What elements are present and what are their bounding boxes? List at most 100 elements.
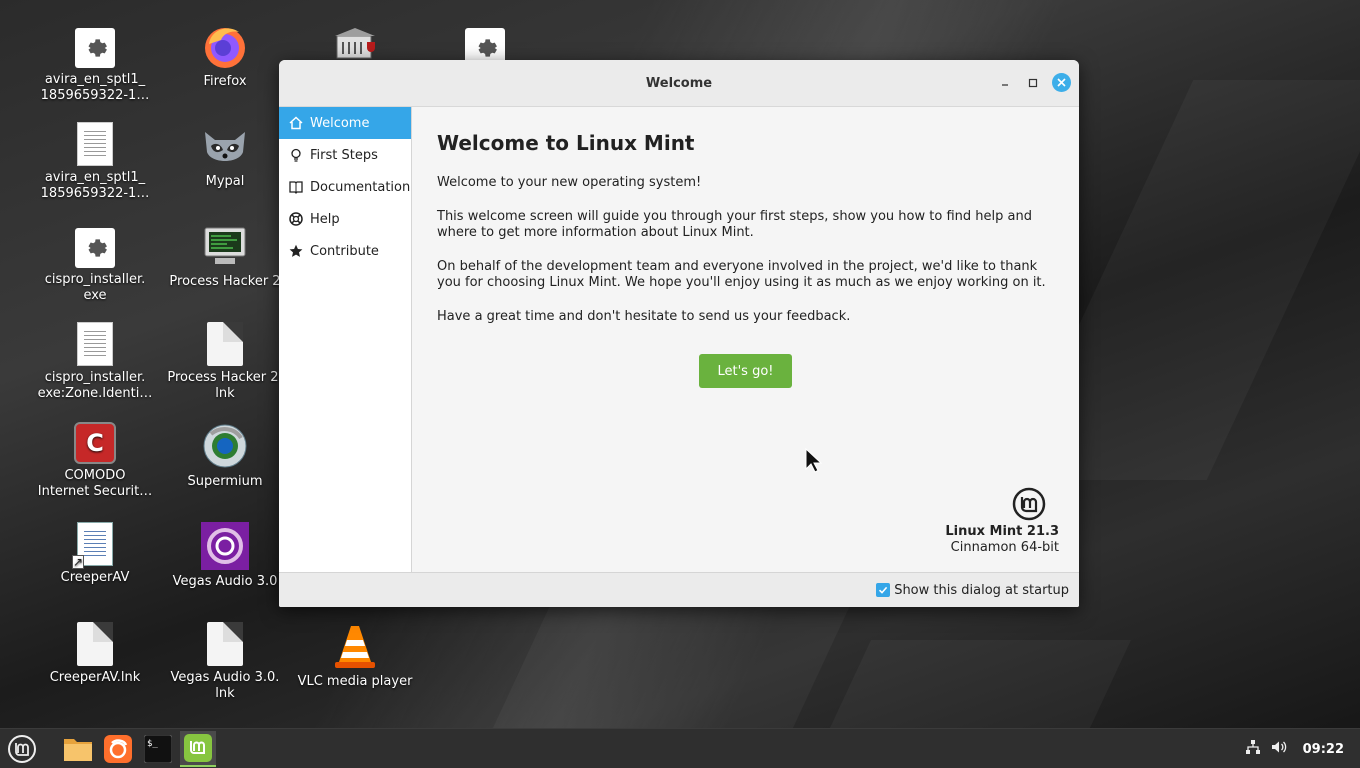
comodo-icon: C [74,422,116,464]
sidebar-item-label: Documentation [310,179,411,195]
startup-checkbox[interactable] [876,583,891,597]
desktop-icon-label: avira_en_sptl1_ 1859659322-1… [40,170,150,201]
firefox-icon [104,734,132,763]
desktop-icon-label: CreeperAV.lnk [49,670,141,685]
desktop-icon-supermium[interactable]: Supermium [160,422,290,490]
desktop-icon-label: COMODO Internet Securit… [37,468,153,499]
desktop-icon-label: CreeperAV [60,570,130,585]
taskbar-terminal-button[interactable]: $_ [140,731,176,767]
desktop-icon-label: VLC media player [297,674,413,689]
wallpaper-panel [487,600,853,740]
linux-mint-logo-icon [1012,487,1046,521]
document-icon [77,122,113,166]
version-label: Linux Mint 21.3 [945,524,1059,539]
taskbar-firefox-button[interactable] [100,731,136,767]
window-footer: Show this dialog at startup [279,572,1079,607]
welcome-paragraph: On behalf of the development team and ev… [437,259,1046,290]
raccoon-icon [201,122,249,170]
sidebar-item-label: Welcome [310,115,370,131]
minimize-button[interactable] [996,74,1014,92]
shortcut-document-icon: ↗ [72,522,113,569]
lightbulb-icon [288,147,304,163]
sidebar-item-contribute[interactable]: Contribute [279,235,411,267]
welcome-paragraph: Welcome to your new operating system! [437,175,702,190]
window-title: Welcome [645,75,713,91]
welcome-content: Welcome to Linux Mint Welcome to your ne… [437,107,1059,572]
close-icon [1057,78,1066,87]
window-controls [996,73,1071,92]
file-icon [77,622,113,666]
welcome-paragraph: Have a great time and don't hesitate to … [437,309,851,324]
desktop-icon-label: Vegas Audio 3.0. lnk [170,670,280,701]
desktop-icon-label: avira_en_sptl1_ 1859659322-1… [40,72,150,103]
mintwelcome-icon [184,733,212,762]
desktop-icon-creeperav[interactable]: ↗ CreeperAV [30,522,160,586]
vlc-icon [331,622,379,670]
sidebar-item-help[interactable]: Help [279,203,411,235]
vegas-icon [201,522,249,570]
taskbar-mintwelcome-button[interactable] [180,730,216,767]
clock[interactable]: 09:22 [1303,742,1344,757]
lets-go-button[interactable]: Let's go! [699,354,792,388]
firefox-icon [201,22,249,70]
close-button[interactable] [1052,73,1071,92]
desktop-icon-label: Supermium [187,474,263,489]
sidebar-item-label: Contribute [310,243,379,259]
desktop-icon-cispro[interactable]: cispro_installer. exe [30,222,160,304]
desktop-icon-firefox[interactable]: Firefox [160,22,290,90]
desktop-icon-label: Firefox [203,74,247,89]
document-icon [77,322,113,366]
mouse-cursor-icon [805,448,823,473]
checkmark-icon [879,586,888,594]
maximize-button[interactable] [1024,74,1042,92]
desktop-icon-process-hacker[interactable]: Process Hacker 2 [160,222,290,290]
desktop-icon-comodo[interactable]: C COMODO Internet Securit… [30,422,160,500]
menu-button[interactable] [4,731,40,767]
desktop-icon-label: Process Hacker 2 [169,274,281,289]
desktop-icon-vegas-lnk[interactable]: Vegas Audio 3.0. lnk [160,622,290,702]
desktop-icon-creeperav-lnk[interactable]: CreeperAV.lnk [30,622,160,686]
home-icon [288,115,304,131]
welcome-paragraph: This welcome screen will guide you throu… [437,209,1032,240]
gear-icon [75,228,115,268]
minimize-icon [1002,83,1008,86]
page-title: Welcome to Linux Mint [437,131,695,155]
desktop-icon-label: Mypal [205,174,245,189]
edition-label: Cinnamon 64-bit [950,540,1059,555]
desktop-icon-vegas[interactable]: Vegas Audio 3.0 [160,522,290,590]
taskbar-files-button[interactable] [60,731,96,767]
sidebar-item-documentation[interactable]: Documentation [279,171,411,203]
book-icon [288,179,304,195]
menu-icon [8,734,36,763]
taskbar: $_ 09:22 [0,728,1360,768]
sidebar-item-welcome[interactable]: Welcome [279,107,411,139]
volume-icon[interactable] [1271,739,1287,759]
desktop-icon-cispro-zone[interactable]: cispro_installer. exe:Zone.Identi… [30,322,160,402]
svg-text:$_: $_ [147,739,158,749]
gear-icon [75,28,115,68]
version-info: Linux Mint 21.3 Cinnamon 64-bit [945,487,1059,555]
system-tray: 09:22 [1245,729,1360,768]
desktop-icon-label: Process Hacker 2. lnk [167,370,283,401]
network-icon[interactable] [1245,739,1261,759]
terminal-icon: $_ [144,734,172,763]
sidebar-item-first-steps[interactable]: First Steps [279,139,411,171]
desktop-icon-label: cispro_installer. exe [44,272,146,303]
file-icon [207,622,243,666]
sidebar: Welcome First Steps Documentation Help C… [279,107,412,572]
sidebar-item-label: First Steps [310,147,378,163]
desktop-icon-label: Vegas Audio 3.0 [172,574,278,589]
desktop-icon-process-hacker-lnk[interactable]: Process Hacker 2. lnk [160,322,290,402]
file-icon [207,322,243,366]
window-titlebar[interactable]: Welcome [279,60,1079,107]
maximize-icon [1028,78,1038,87]
desktop-icon-avira-1[interactable]: avira_en_sptl1_ 1859659322-1… [30,22,160,104]
files-icon [64,738,92,761]
desktop-icon-vlc[interactable]: VLC media player [290,622,420,690]
desktop-icon-label: cispro_installer. exe:Zone.Identi… [37,370,153,401]
desktop-icon-mypal[interactable]: Mypal [160,122,290,190]
supermium-icon [201,422,249,470]
startup-checkbox-label[interactable]: Show this dialog at startup [894,583,1069,598]
desktop-icon-avira-2[interactable]: avira_en_sptl1_ 1859659322-1… [30,122,160,202]
welcome-window: Welcome Welcome First Steps Documentatio… [279,60,1079,607]
